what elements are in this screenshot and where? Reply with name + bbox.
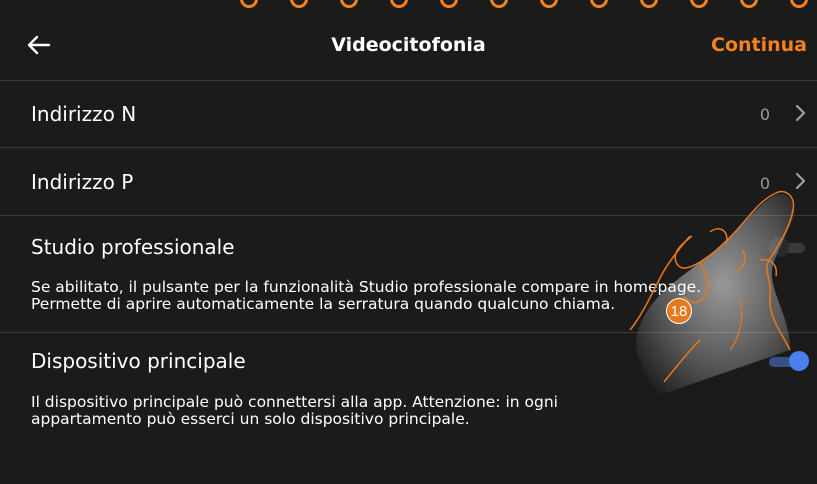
row-value: 0	[759, 174, 770, 193]
principale-description: Il dispositivo principale può connetters…	[31, 393, 558, 428]
page-indicator	[0, 0, 817, 10]
chevron-right-icon	[795, 104, 806, 122]
page-dot	[390, 0, 408, 8]
page-title: Videocitofonia	[331, 34, 486, 56]
settings-screen: Videocitofonia Continua Indirizzo N 0 In…	[0, 0, 817, 484]
row-indirizzo-n[interactable]: Indirizzo N 0	[0, 80, 817, 147]
studio-description: Se abilitato, il pulsante per la funzion…	[31, 278, 702, 313]
row-indirizzo-p[interactable]: Indirizzo P 0	[0, 147, 817, 215]
row-label: Indirizzo N	[31, 102, 137, 126]
page-dot	[490, 0, 508, 8]
page-dot	[540, 0, 558, 8]
row-value: 0	[759, 105, 770, 124]
back-button[interactable]	[24, 30, 54, 60]
chevron-right-icon	[795, 172, 806, 190]
studio-toggle[interactable]	[769, 237, 809, 259]
page-dot	[640, 0, 658, 8]
app-header: Videocitofonia Continua	[0, 12, 817, 80]
page-dot	[340, 0, 358, 8]
page-dot	[740, 0, 758, 8]
page-dot	[240, 0, 258, 8]
row-label: Studio professionale	[31, 235, 235, 259]
toggle-knob	[769, 237, 789, 257]
principale-toggle[interactable]	[769, 351, 809, 373]
arrow-left-icon	[27, 35, 51, 55]
continue-button[interactable]: Continua	[711, 34, 807, 56]
row-label: Dispositivo principale	[31, 349, 246, 373]
page-dot	[440, 0, 458, 8]
page-dot	[590, 0, 608, 8]
row-label: Indirizzo P	[31, 170, 134, 194]
page-dot	[690, 0, 708, 8]
page-dot	[290, 0, 308, 8]
page-dot	[790, 0, 808, 8]
row-studio-professionale: Studio professionale Se abilitato, il pu…	[0, 215, 817, 332]
row-dispositivo-principale: Dispositivo principale Il dispositivo pr…	[0, 332, 817, 484]
toggle-knob	[789, 351, 809, 371]
callout-number-badge: 18	[666, 298, 692, 324]
